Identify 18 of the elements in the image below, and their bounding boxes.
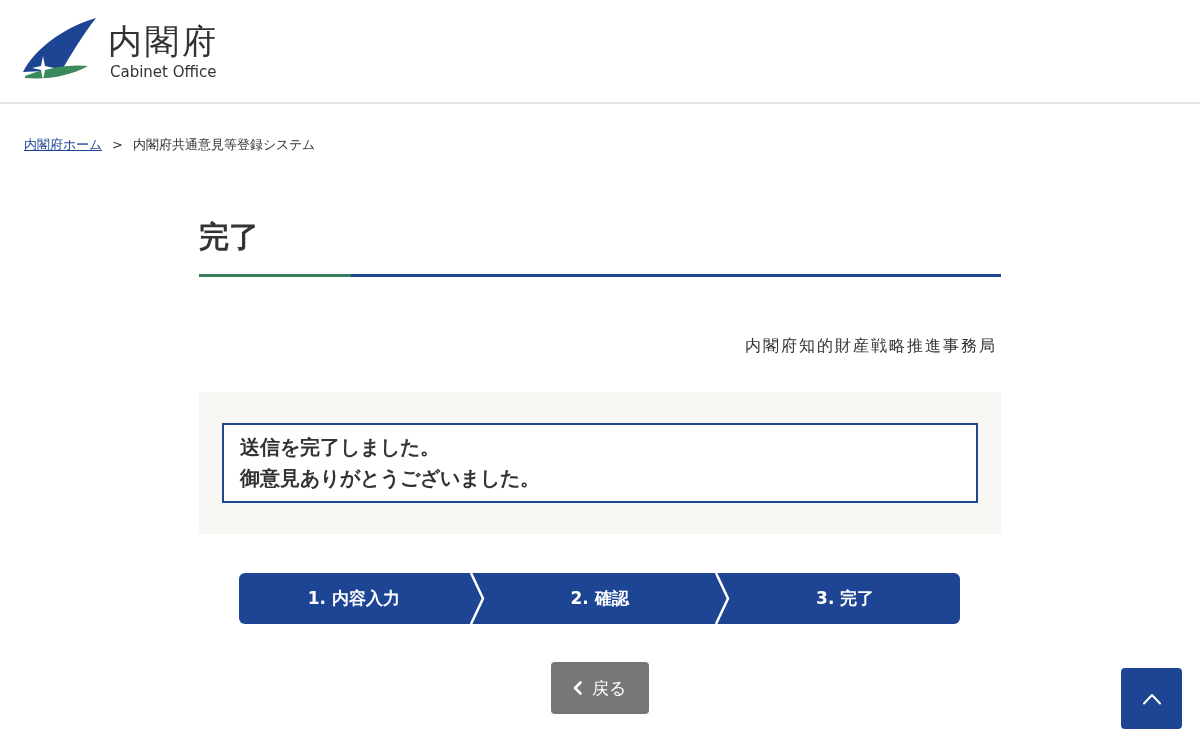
message-line: 御意見ありがとうございました。: [240, 465, 541, 492]
logo-subtitle: Cabinet Office: [110, 63, 218, 81]
page-title: 完了: [199, 218, 260, 256]
chevron-separator-icon: [468, 573, 485, 624]
step-label: 3. 完了: [816, 587, 875, 610]
department-name: 内閣府知的財産戦略推進事務局: [744, 335, 998, 357]
back-button[interactable]: 戻る: [551, 662, 649, 714]
chevron-up-icon: [1141, 692, 1162, 705]
logo-title: 内閣府: [108, 21, 219, 61]
leaf-logo-icon[interactable]: [22, 18, 96, 80]
breadcrumb-current: 内閣府共通意見等登録システム: [132, 136, 315, 154]
message-line: 送信を完了しました。: [240, 434, 441, 461]
breadcrumb-separator: >: [112, 136, 123, 154]
chevron-left-icon: [573, 681, 582, 695]
step-label: 1. 内容入力: [307, 587, 400, 610]
breadcrumb-link[interactable]: 内閣府ホーム: [24, 135, 102, 155]
step-label: 2. 確認: [570, 587, 629, 610]
chevron-separator-icon: [714, 573, 731, 624]
